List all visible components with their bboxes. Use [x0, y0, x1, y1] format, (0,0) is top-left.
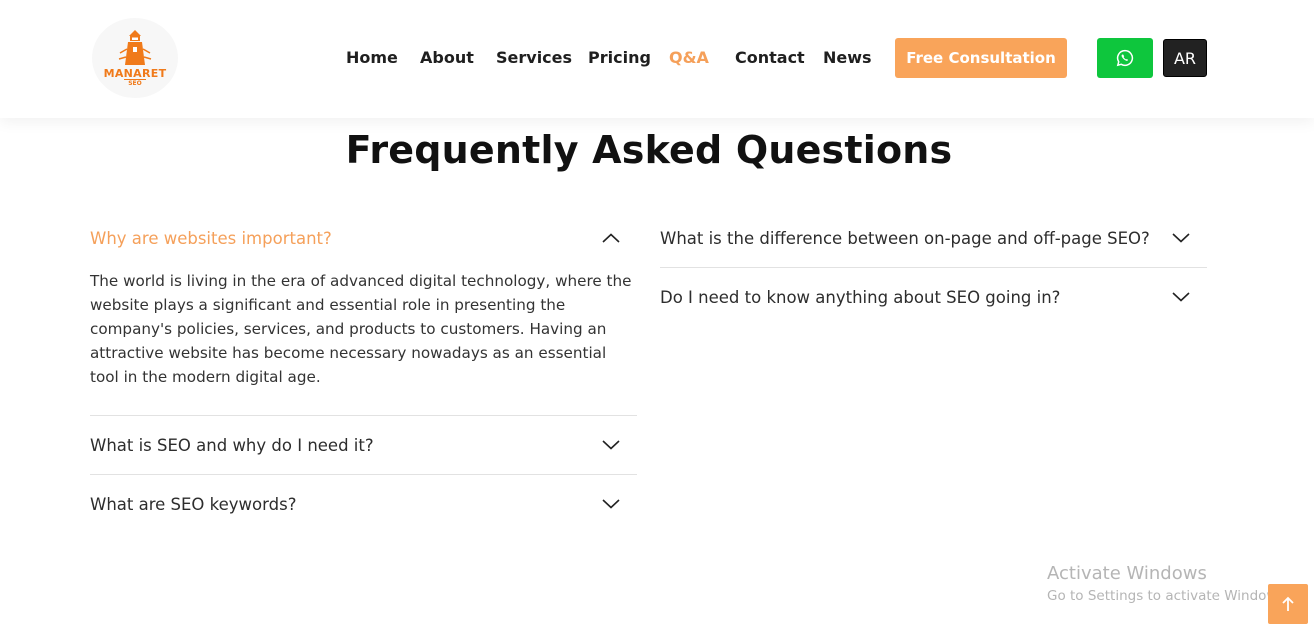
faq-question-text: Do I need to know anything about SEO goi…	[660, 287, 1061, 307]
faq-column-right: What is the difference between on-page a…	[660, 209, 1207, 326]
faq-question-toggle[interactable]: Why are websites important?	[90, 209, 637, 267]
faq-item: Do I need to know anything about SEO goi…	[660, 268, 1207, 326]
faq-question-text: What is the difference between on-page a…	[660, 228, 1150, 248]
site-header: MANARET SEO Home About Services Pricing …	[0, 0, 1314, 118]
faq-question-toggle[interactable]: Do I need to know anything about SEO goi…	[660, 268, 1207, 326]
nav-item-services[interactable]: Services	[496, 47, 572, 69]
faq-question-text: Why are websites important?	[90, 228, 332, 248]
whatsapp-icon	[1116, 49, 1134, 67]
arrow-up-icon	[1282, 596, 1294, 611]
nav-item-home[interactable]: Home	[346, 47, 398, 69]
chevron-down-icon	[600, 434, 622, 456]
language-toggle-button[interactable]: AR	[1163, 39, 1207, 77]
faq-item: Why are websites important? The world is…	[90, 209, 637, 416]
scroll-to-top-button[interactable]	[1268, 584, 1308, 624]
nav-item-news[interactable]: News	[823, 47, 872, 69]
chevron-down-icon	[600, 493, 622, 515]
faq-question-toggle[interactable]: What are SEO keywords?	[90, 475, 637, 533]
faq-question-toggle[interactable]: What is SEO and why do I need it?	[90, 416, 637, 474]
lighthouse-icon	[118, 30, 152, 65]
chevron-down-icon	[1170, 286, 1192, 308]
windows-activation-subtitle: Go to Settings to activate Windows.	[1047, 588, 1289, 604]
faq-item: What is SEO and why do I need it?	[90, 416, 637, 475]
logo-subtext: SEO	[124, 79, 146, 87]
faq-question-toggle[interactable]: What is the difference between on-page a…	[660, 209, 1207, 267]
faq-answer: The world is living in the era of advanc…	[90, 272, 632, 386]
page-title: Frequently Asked Questions	[345, 128, 953, 172]
faq-item: What is the difference between on-page a…	[660, 209, 1207, 268]
chevron-up-icon	[600, 227, 622, 249]
chevron-down-icon	[1170, 227, 1192, 249]
nav-item-qa[interactable]: Q&A	[669, 47, 709, 69]
whatsapp-button[interactable]	[1097, 38, 1153, 78]
faq-item: What are SEO keywords?	[90, 475, 637, 533]
free-consultation-button[interactable]: Free Consultation	[895, 38, 1067, 78]
logo-text: MANARET	[103, 67, 167, 80]
windows-activation-title: Activate Windows	[1047, 563, 1207, 584]
nav-item-about[interactable]: About	[420, 47, 474, 69]
faq-question-text: What is SEO and why do I need it?	[90, 435, 374, 455]
faq-column-left: Why are websites important? The world is…	[90, 209, 637, 533]
nav-item-pricing[interactable]: Pricing	[588, 47, 651, 69]
nav-item-contact[interactable]: Contact	[735, 47, 805, 69]
logo[interactable]: MANARET SEO	[92, 18, 178, 98]
faq-question-text: What are SEO keywords?	[90, 494, 297, 514]
